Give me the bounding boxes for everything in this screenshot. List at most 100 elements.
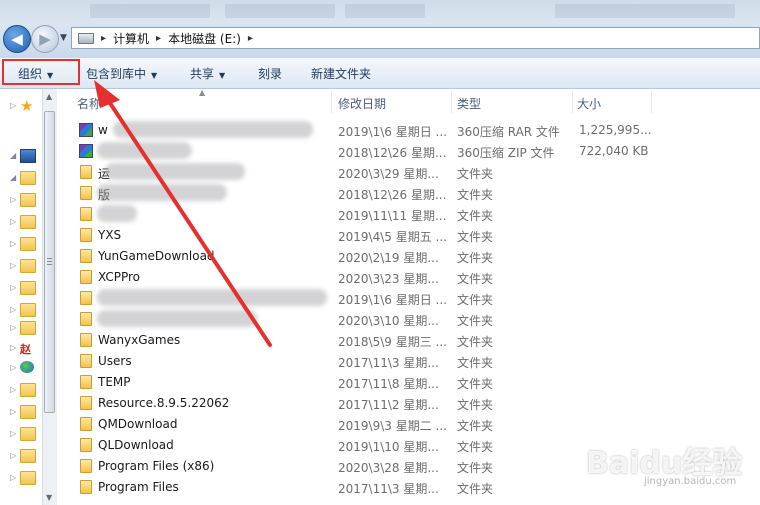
- nav-item[interactable]: ▷: [2, 425, 42, 445]
- file-size: 1,225,995...: [579, 123, 652, 137]
- folder-row[interactable]: 运 2020\3\29 星期... 文件夹: [57, 162, 760, 183]
- archive-icon: [79, 123, 93, 137]
- collapsed-triangle-icon[interactable]: ▷: [10, 283, 16, 292]
- collapsed-triangle-icon[interactable]: ▷: [10, 261, 16, 270]
- folder-icon: [20, 427, 36, 441]
- column-header-row: ▲ 名称 修改日期 类型 大小: [57, 88, 760, 115]
- column-divider[interactable]: [451, 91, 452, 113]
- folder-row[interactable]: 2019\1\6 星期日 ... 文件夹: [57, 288, 760, 309]
- address-bar[interactable]: ▸ 计算机 ▸ 本地磁盘 (E:) ▸: [71, 27, 760, 49]
- forward-button[interactable]: ▶: [31, 25, 59, 53]
- background-tab: [345, 4, 425, 18]
- burn-button[interactable]: 刻录: [258, 65, 282, 82]
- nav-item[interactable]: ▷: [2, 279, 42, 299]
- nav-item[interactable]: ▷: [2, 359, 42, 379]
- nav-item[interactable]: ▷: [2, 447, 42, 467]
- column-header-date[interactable]: 修改日期: [338, 95, 386, 112]
- collapsed-triangle-icon[interactable]: ▷: [10, 343, 16, 352]
- folder-icon: [80, 354, 92, 368]
- navigation-scrollbar[interactable]: ▲ ▼: [42, 89, 57, 505]
- folder-row[interactable]: 2019\11\11 星期... 文件夹: [57, 204, 760, 225]
- folder-icon: [80, 249, 92, 263]
- collapsed-triangle-icon[interactable]: ▷: [10, 195, 16, 204]
- folder-icon: [80, 396, 92, 410]
- folder-row[interactable]: QMDownload 2019\9\3 星期二 ... 文件夹: [57, 414, 760, 435]
- folder-row[interactable]: YunGameDownload 2020\2\19 星期... 文件夹: [57, 246, 760, 267]
- folder-icon: [20, 237, 36, 251]
- back-button[interactable]: ◀: [3, 25, 31, 53]
- collapsed-triangle-icon[interactable]: ▷: [10, 101, 16, 110]
- expanded-triangle-icon[interactable]: ◢: [10, 173, 16, 182]
- nav-item[interactable]: ◢: [2, 147, 42, 167]
- breadcrumb-separator[interactable]: ▸: [101, 33, 106, 44]
- collapsed-triangle-icon[interactable]: ▷: [10, 239, 16, 248]
- nav-item[interactable]: ▷: [2, 319, 42, 339]
- share-button[interactable]: 共享 ▼: [190, 65, 225, 82]
- collapsed-triangle-icon[interactable]: ▷: [10, 473, 16, 482]
- folder-row[interactable]: 2020\3\10 星期... 文件夹: [57, 309, 760, 330]
- sort-caret-icon: ▲: [199, 88, 206, 97]
- nav-item[interactable]: ▷ ★: [2, 97, 42, 117]
- file-date: 2020\2\19 星期...: [338, 251, 439, 265]
- folder-row[interactable]: YXS 2019\4\5 星期五 ... 文件夹: [57, 225, 760, 246]
- nav-item[interactable]: ▷: [2, 301, 42, 321]
- expanded-triangle-icon[interactable]: ◢: [10, 151, 16, 160]
- folder-row[interactable]: Resource.8.9.5.22062 2017\11\2 星期... 文件夹: [57, 393, 760, 414]
- folder-icon: [80, 291, 92, 305]
- file-name: Program Files (x86): [98, 459, 215, 473]
- organize-button[interactable]: 组织 ▼: [18, 65, 53, 82]
- new-folder-button[interactable]: 新建文件夹: [311, 65, 371, 82]
- collapsed-triangle-icon[interactable]: ▷: [10, 451, 16, 460]
- nav-item[interactable]: ▷: [2, 191, 42, 211]
- collapsed-triangle-icon[interactable]: ▷: [10, 323, 16, 332]
- collapsed-triangle-icon[interactable]: ▷: [10, 363, 16, 372]
- column-header-name[interactable]: 名称: [77, 95, 101, 112]
- file-type: 文件夹: [457, 167, 494, 181]
- scroll-up-icon[interactable]: ▲: [46, 92, 52, 101]
- collapsed-triangle-icon[interactable]: ▷: [10, 429, 16, 438]
- nav-item[interactable]: ▷: [2, 381, 42, 401]
- nav-item[interactable]: ▷: [2, 213, 42, 233]
- file-date: 2018\12\26 星期...: [338, 146, 447, 160]
- title-strip: [0, 0, 760, 22]
- nav-item[interactable]: ▷ 赵: [2, 339, 42, 359]
- file-row[interactable]: w 2019\1\6 星期日 ... 360压缩 RAR 文件 1,225,995..…: [57, 120, 760, 141]
- organize-label: 组织: [18, 67, 43, 81]
- column-header-size[interactable]: 大小: [577, 95, 601, 112]
- breadcrumb-computer[interactable]: 计算机: [113, 30, 149, 47]
- nav-item[interactable]: ▷: [2, 235, 42, 255]
- breadcrumb-separator[interactable]: ▸: [248, 33, 253, 44]
- column-divider[interactable]: [331, 91, 332, 113]
- breadcrumb-local-disk-e[interactable]: 本地磁盘 (E:): [168, 30, 241, 47]
- folder-row[interactable]: XCPPro 2020\3\23 星期... 文件夹: [57, 267, 760, 288]
- file-name: Resource.8.9.5.22062: [98, 396, 230, 410]
- watermark-url: jingyan.baidu.com: [644, 476, 737, 487]
- collapsed-triangle-icon[interactable]: ▷: [10, 385, 16, 394]
- column-header-type[interactable]: 类型: [457, 95, 481, 112]
- folder-row[interactable]: WanyxGames 2018\5\9 星期三 ... 文件夹: [57, 330, 760, 351]
- column-divider[interactable]: [651, 91, 652, 113]
- collapsed-triangle-icon[interactable]: ▷: [10, 217, 16, 226]
- file-date: 2019\1\6 星期日 ...: [338, 125, 447, 139]
- breadcrumb-separator[interactable]: ▸: [156, 33, 161, 44]
- nav-item[interactable]: ▷: [2, 469, 42, 489]
- nav-item[interactable]: ▷: [2, 403, 42, 423]
- collapsed-triangle-icon[interactable]: ▷: [10, 407, 16, 416]
- recent-pages-dropdown[interactable]: ▼: [60, 33, 67, 43]
- collapsed-triangle-icon[interactable]: ▷: [10, 305, 16, 314]
- folder-row[interactable]: TEMP 2017\11\8 星期... 文件夹: [57, 372, 760, 393]
- star-icon: ★: [20, 97, 34, 115]
- file-type: 文件夹: [457, 251, 494, 265]
- scrollbar-thumb[interactable]: [44, 111, 55, 413]
- file-row[interactable]: 2018\12\26 星期... 360压缩 ZIP 文件 722,040 KB: [57, 141, 760, 162]
- nav-item[interactable]: ◢: [2, 169, 42, 189]
- nav-item[interactable]: ▷: [2, 257, 42, 277]
- file-type: 文件夹: [457, 461, 494, 475]
- file-type: 文件夹: [457, 209, 494, 223]
- folder-row[interactable]: 版2018\12\26 星期...文件夹: [57, 183, 760, 204]
- drive-icon: [78, 32, 94, 44]
- include-in-library-button[interactable]: 包含到库中 ▼: [86, 65, 157, 82]
- column-divider[interactable]: [572, 91, 573, 113]
- scroll-down-icon[interactable]: ▼: [46, 493, 52, 502]
- folder-row[interactable]: Users 2017\11\3 星期... 文件夹: [57, 351, 760, 372]
